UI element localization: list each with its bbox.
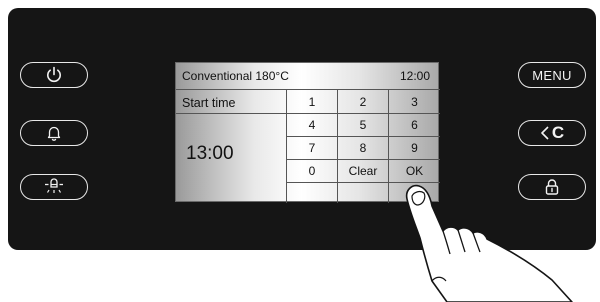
hand-pointer-illustration: [405, 184, 573, 302]
